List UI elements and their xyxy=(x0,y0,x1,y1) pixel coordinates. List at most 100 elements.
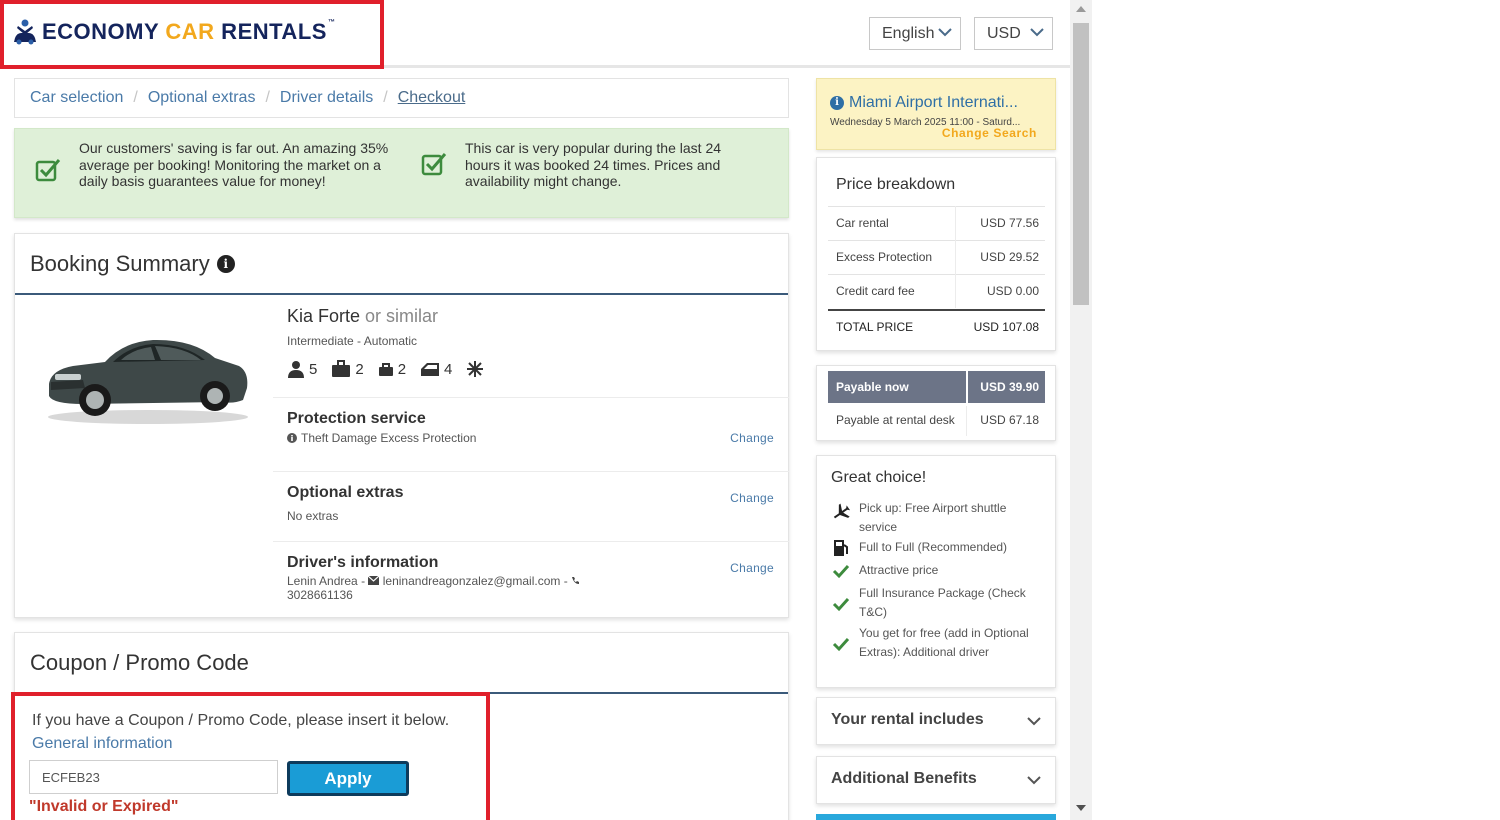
car-features: 5 2 2 4 xyxy=(287,360,502,378)
breadcrumb: Car selection / Optional extras / Driver… xyxy=(14,78,789,118)
large-bags-feature: 2 xyxy=(331,360,364,378)
large-suitcase-icon xyxy=(332,360,351,377)
info-icon: i xyxy=(830,96,844,110)
divider xyxy=(273,541,789,542)
optional-extras-title: Optional extras xyxy=(287,484,404,501)
seats-feature: 5 xyxy=(287,360,317,378)
seats-count: 5 xyxy=(309,360,318,378)
driver-email: leninandreagonzalez@gmail.com xyxy=(382,574,561,588)
column-divider xyxy=(966,371,968,403)
coupon-error-message: "Invalid or Expired" xyxy=(29,798,179,815)
total-value: USD 107.08 xyxy=(973,320,1039,334)
popularity-message: This car is very popular during the last… xyxy=(465,140,722,189)
chevron-down-icon xyxy=(1030,28,1044,37)
brand-name-part3: RENTALS xyxy=(214,19,327,44)
change-search-link[interactable]: Change Search xyxy=(942,126,1037,140)
check-icon xyxy=(832,564,850,579)
person-icon xyxy=(288,361,304,378)
payment-split-card: Payable now USD 39.90 Payable at rental … xyxy=(816,365,1056,441)
benefit-text: Full to Full (Recommended) xyxy=(859,540,1008,554)
change-protection-link[interactable]: Change xyxy=(730,431,774,445)
breadcrumb-separator: / xyxy=(133,89,138,106)
payable-at-desk-label: Payable at rental desk xyxy=(836,413,955,427)
price-label: Credit card fee xyxy=(836,284,915,298)
benefit-item: Pick up: Free Airport shuttle service xyxy=(831,499,1046,537)
language-select[interactable]: English xyxy=(869,17,961,50)
next-panel-edge xyxy=(816,814,1056,820)
checkbox-check-icon xyxy=(35,159,61,182)
info-icon xyxy=(287,433,297,443)
divider xyxy=(273,471,789,472)
additional-benefits-accordion[interactable]: Additional Benefits xyxy=(816,756,1056,804)
car-similar-note: or similar xyxy=(360,306,439,326)
price-label: Excess Protection xyxy=(836,250,933,264)
check-icon xyxy=(832,637,850,652)
car-image xyxy=(48,339,248,424)
protection-title: Protection service xyxy=(287,410,426,427)
rental-includes-accordion[interactable]: Your rental includes xyxy=(816,697,1056,745)
change-driver-link[interactable]: Change xyxy=(730,561,774,575)
price-value: USD 77.56 xyxy=(980,216,1039,230)
breadcrumb-driver-details[interactable]: Driver details xyxy=(280,89,373,107)
scroll-down-arrow-icon[interactable] xyxy=(1076,805,1086,811)
booking-summary-header: Booking Summary i xyxy=(15,234,788,295)
benefit-text: Pick up: Free Airport shuttle service xyxy=(859,501,1007,534)
price-value: USD 29.52 xyxy=(980,250,1039,264)
coupon-code-input[interactable] xyxy=(29,760,278,794)
doors-feature: 4 xyxy=(420,361,452,378)
car-model: Kia Forte xyxy=(287,306,361,326)
car-title: Kia Forte or similar xyxy=(287,306,438,327)
rental-includes-title: Your rental includes xyxy=(831,711,984,728)
search-summary-card: i Miami Airport Internati... Wednesday 5… xyxy=(816,78,1056,150)
pickup-location-name: Miami Airport Internati... xyxy=(849,94,1018,111)
currency-value: USD xyxy=(987,24,1021,42)
fuel-icon xyxy=(834,540,848,556)
price-row-car-rental: Car rental USD 77.56 xyxy=(828,206,1045,240)
driver-dash: - xyxy=(560,574,572,588)
price-row-excess-protection: Excess Protection USD 29.52 xyxy=(828,240,1045,274)
breadcrumb-optional-extras[interactable]: Optional extras xyxy=(148,89,256,107)
breadcrumb-separator: / xyxy=(265,89,270,106)
small-suitcase-icon xyxy=(378,363,393,376)
breadcrumb-checkout[interactable]: Checkout xyxy=(398,89,466,107)
page-scrollbar[interactable] xyxy=(1070,0,1092,820)
brand-logo[interactable]: ECONOMY CAR RENTALS™ xyxy=(12,18,335,46)
scroll-thumb[interactable] xyxy=(1073,23,1089,305)
change-extras-link[interactable]: Change xyxy=(730,491,774,505)
chevron-down-icon xyxy=(1027,776,1041,785)
info-icon[interactable]: i xyxy=(216,254,235,273)
doors-count: 4 xyxy=(444,360,453,378)
column-divider xyxy=(955,274,956,308)
currency-select[interactable]: USD xyxy=(974,17,1053,50)
benefit-text: Full Insurance Package (Check T&C) xyxy=(859,586,1026,619)
driver-info-title: Driver's information xyxy=(287,554,439,571)
general-information-link[interactable]: General information xyxy=(32,735,173,753)
pickup-location: i Miami Airport Internati... xyxy=(830,94,1018,112)
protection-detail: Theft Damage Excess Protection xyxy=(287,431,476,445)
breadcrumb-separator: / xyxy=(383,89,388,106)
benefit-item: Full to Full (Recommended) xyxy=(831,538,1046,557)
price-breakdown-card: Price breakdown Car rental USD 77.56 Exc… xyxy=(816,157,1056,351)
car-door-icon xyxy=(421,363,440,376)
snowflake-icon xyxy=(467,361,484,377)
driver-phone: 3028661136 xyxy=(287,588,353,602)
breadcrumb-car-selection[interactable]: Car selection xyxy=(30,89,123,107)
price-row-credit-card-fee: Credit card fee USD 0.00 xyxy=(828,274,1045,308)
driver-name: Lenin Andrea - xyxy=(287,574,369,588)
apply-coupon-button[interactable]: Apply xyxy=(287,761,409,796)
benefit-item: Full Insurance Package (Check T&C) xyxy=(831,584,1046,622)
payable-at-desk-row: Payable at rental desk USD 67.18 xyxy=(828,406,1045,436)
optional-extras-detail: No extras xyxy=(287,509,339,523)
large-bags-count: 2 xyxy=(355,360,364,378)
benefit-text: You get for free (add in Optional Extras… xyxy=(859,626,1029,659)
great-choice-card: Great choice! Pick up: Free Airport shut… xyxy=(816,455,1056,688)
price-breakdown-title: Price breakdown xyxy=(836,176,956,193)
chevron-down-icon xyxy=(938,28,952,37)
check-icon xyxy=(832,597,850,612)
additional-benefits-title: Additional Benefits xyxy=(831,770,977,787)
scroll-up-arrow-icon[interactable] xyxy=(1076,6,1086,12)
air-conditioning-feature xyxy=(466,360,488,378)
driver-info-detail: Lenin Andrea - leninandreagonzalez@gmail… xyxy=(287,574,607,602)
column-divider xyxy=(955,240,956,274)
column-divider xyxy=(966,406,967,436)
